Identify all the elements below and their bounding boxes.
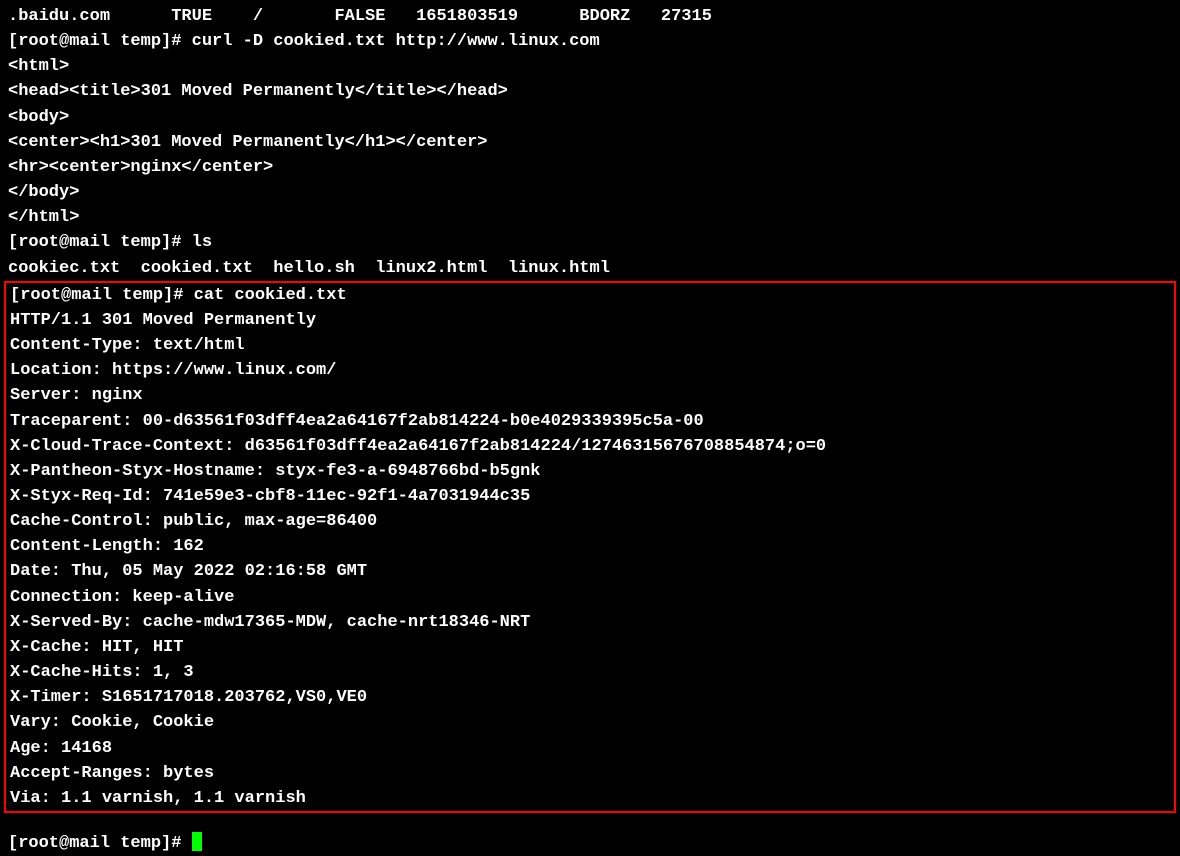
highlighted-section: [root@mail temp]# cat cookied.txt HTTP/1… (4, 281, 1176, 813)
accept-ranges-header: Accept-Ranges: bytes (10, 761, 1170, 786)
age-header: Age: 14168 (10, 736, 1170, 761)
via-header: Via: 1.1 varnish, 1.1 varnish (10, 786, 1170, 811)
x-cloud-trace-header: X-Cloud-Trace-Context: d63561f03dff4ea2a… (10, 434, 1170, 459)
x-cache-hits-header: X-Cache-Hits: 1, 3 (10, 660, 1170, 685)
cache-control-header: Cache-Control: public, max-age=86400 (10, 509, 1170, 534)
prompt-curl: [root@mail temp]# curl -D cookied.txt ht… (8, 29, 1172, 54)
prompt-cat: [root@mail temp]# cat cookied.txt (10, 283, 1170, 308)
traceparent-header: Traceparent: 00-d63561f03dff4ea2a64167f2… (10, 409, 1170, 434)
ls-output: cookiec.txt cookied.txt hello.sh linux2.… (8, 256, 1172, 281)
html-open: <html> (8, 54, 1172, 79)
hr-center: <hr><center>nginx</center> (8, 155, 1172, 180)
http-status-line: HTTP/1.1 301 Moved Permanently (10, 308, 1170, 333)
x-served-by-header: X-Served-By: cache-mdw17365-MDW, cache-n… (10, 610, 1170, 635)
content-length-header: Content-Length: 162 (10, 534, 1170, 559)
vary-header: Vary: Cookie, Cookie (10, 710, 1170, 735)
location-header: Location: https://www.linux.com/ (10, 358, 1170, 383)
html-close: </html> (8, 205, 1172, 230)
body-close: </body> (8, 180, 1172, 205)
x-cache-header: X-Cache: HIT, HIT (10, 635, 1170, 660)
prompt-active[interactable]: [root@mail temp]# (8, 831, 1172, 856)
center-h1: <center><h1>301 Moved Permanently</h1></… (8, 130, 1172, 155)
content-type-header: Content-Type: text/html (10, 333, 1170, 358)
date-header: Date: Thu, 05 May 2022 02:16:58 GMT (10, 559, 1170, 584)
prompt-text: [root@mail temp]# (8, 834, 192, 853)
server-header: Server: nginx (10, 383, 1170, 408)
x-styx-req-header: X-Styx-Req-Id: 741e59e3-cbf8-11ec-92f1-4… (10, 484, 1170, 509)
body-open: <body> (8, 105, 1172, 130)
cursor-icon (192, 832, 202, 851)
head-line: <head><title>301 Moved Permanently</titl… (8, 79, 1172, 104)
terminal-output: .baidu.com TRUE / FALSE 1651803519 BDORZ… (8, 4, 1172, 856)
prompt-ls: [root@mail temp]# ls (8, 230, 1172, 255)
connection-header: Connection: keep-alive (10, 585, 1170, 610)
x-pantheon-header: X-Pantheon-Styx-Hostname: styx-fe3-a-694… (10, 459, 1170, 484)
partial-cookie-line: .baidu.com TRUE / FALSE 1651803519 BDORZ… (8, 4, 1172, 29)
x-timer-header: X-Timer: S1651717018.203762,VS0,VE0 (10, 685, 1170, 710)
